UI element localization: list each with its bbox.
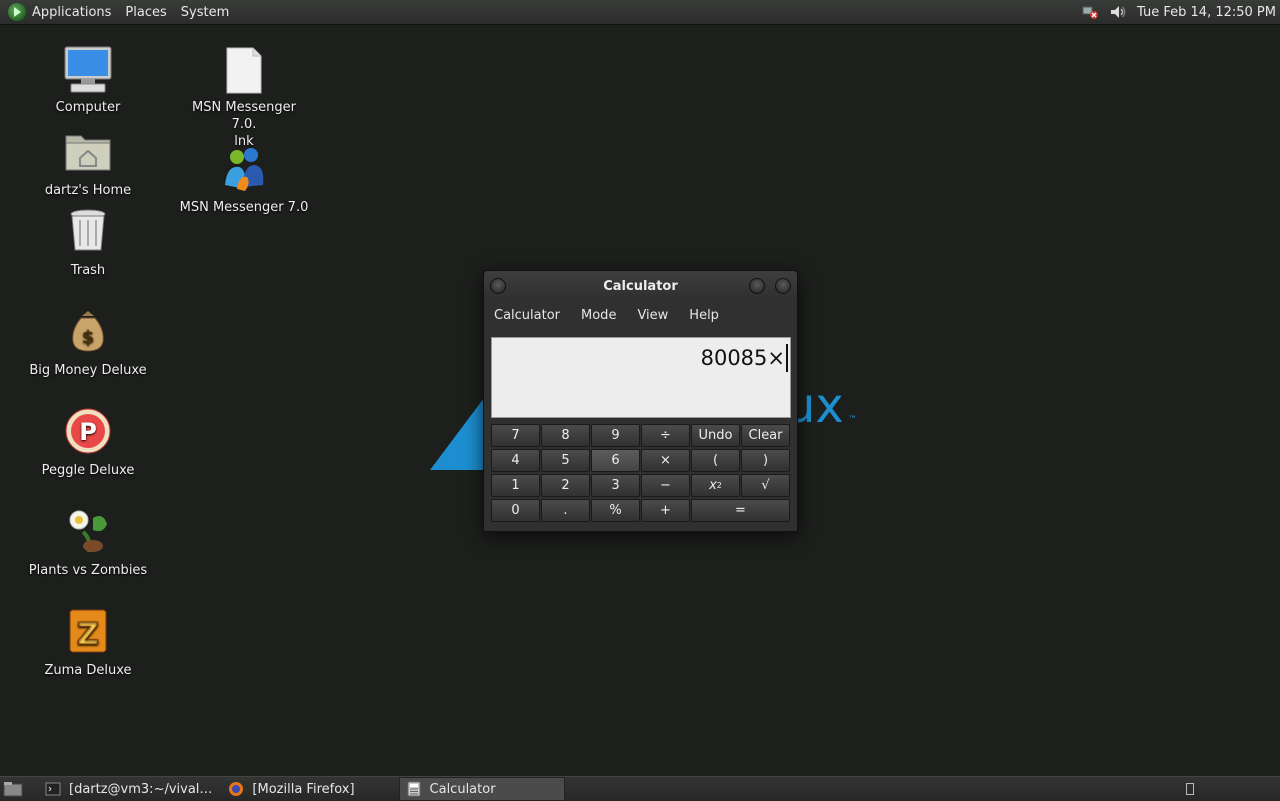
key-percent[interactable]: %	[591, 499, 640, 522]
calculator-display[interactable]: 80085×	[491, 337, 791, 418]
desktop-icon-label: MSN Messenger 7.0	[179, 200, 309, 215]
key-2[interactable]: 2	[541, 474, 590, 497]
desktop-icon-msn-lnk[interactable]: MSN Messenger 7.0. lnk	[179, 45, 309, 150]
peggle-icon: P	[63, 408, 113, 458]
msn-messenger-icon	[219, 145, 269, 195]
money-bag-icon: $	[63, 308, 113, 358]
firefox-icon	[229, 782, 244, 796]
desktop-icon-label: Big Money Deluxe	[29, 363, 147, 378]
window-menu-button[interactable]	[490, 278, 506, 294]
key-divide[interactable]: ÷	[641, 424, 690, 447]
calculator-icon	[407, 781, 421, 797]
desktop-icon-pvz[interactable]: Plants vs Zombies	[23, 508, 153, 579]
task-calculator[interactable]: Calculator	[398, 777, 565, 801]
desktop-icon-label: Zuma Deluxe	[44, 663, 132, 678]
key-1[interactable]: 1	[491, 474, 540, 497]
menu-calculator[interactable]: Calculator	[494, 308, 560, 323]
task-label: Calculator	[429, 781, 496, 797]
svg-text:P: P	[79, 418, 97, 446]
task-terminal[interactable]: [dartz@vm3:~/vival…	[39, 778, 220, 800]
key-equals[interactable]: =	[691, 499, 790, 522]
undo-button[interactable]: Undo	[691, 424, 740, 447]
task-firefox[interactable]: [Mozilla Firefox]	[222, 778, 362, 800]
home-folder-icon	[63, 128, 113, 178]
minimize-button[interactable]	[749, 278, 765, 294]
key-decimal[interactable]: .	[541, 499, 590, 522]
computer-icon	[63, 45, 113, 95]
panel-tray: Tue Feb 14, 12:50 PM	[1081, 3, 1280, 21]
key-4[interactable]: 4	[491, 449, 540, 472]
trash-icon	[63, 208, 113, 258]
desktop-icon-zuma[interactable]: Z Zuma Deluxe	[23, 608, 153, 679]
main-menu-icon[interactable]	[8, 3, 26, 21]
desktop-icon-msn[interactable]: MSN Messenger 7.0	[179, 145, 309, 216]
key-left-paren[interactable]: (	[691, 449, 740, 472]
desktop-icon-label: Trash	[70, 263, 106, 278]
task-label: [Mozilla Firefox]	[252, 781, 355, 797]
menu-view[interactable]: View	[637, 308, 668, 323]
menu-places[interactable]: Places	[125, 5, 166, 20]
display-expression: 80085×	[701, 344, 788, 372]
desktop-icon-big-money[interactable]: $ Big Money Deluxe	[23, 308, 153, 379]
menu-mode[interactable]: Mode	[581, 308, 616, 323]
square-key-label: x	[709, 478, 717, 493]
plants-vs-zombies-icon	[63, 508, 113, 558]
desktop-icon-label: Computer	[55, 100, 121, 115]
panel-clock[interactable]: Tue Feb 14, 12:50 PM	[1137, 5, 1276, 20]
window-titlebar[interactable]: Calculator	[484, 271, 797, 301]
key-0[interactable]: 0	[491, 499, 540, 522]
key-8[interactable]: 8	[541, 424, 590, 447]
show-desktop-icon[interactable]	[3, 780, 25, 798]
desktop-icon-label: Plants vs Zombies	[28, 563, 148, 578]
desktop-icon-label: MSN Messenger 7.0. lnk	[192, 100, 296, 149]
svg-text:Z: Z	[77, 617, 99, 652]
task-label: [dartz@vm3:~/vival…	[69, 781, 213, 797]
menu-system[interactable]: System	[181, 5, 229, 20]
top-panel: Applications Places System Tue Feb 14, 1…	[0, 0, 1280, 25]
wallpaper-tm: ™	[848, 415, 857, 425]
key-square[interactable]: x2	[691, 474, 740, 497]
desktop-icon-label: Peggle Deluxe	[41, 463, 135, 478]
bottom-taskbar: [dartz@vm3:~/vival… [Mozilla Firefox] Ca…	[0, 776, 1280, 801]
network-warning-icon[interactable]	[1081, 3, 1099, 21]
key-multiply[interactable]: ×	[641, 449, 690, 472]
desktop-icon-computer[interactable]: Computer	[23, 45, 153, 116]
key-square-root[interactable]: √	[741, 474, 790, 497]
svg-text:$: $	[82, 327, 95, 348]
terminal-icon	[45, 782, 61, 796]
workspace-switcher[interactable]	[1186, 783, 1194, 795]
desktop-icon-home[interactable]: dartz's Home	[23, 128, 153, 199]
desktop-icon-label: dartz's Home	[44, 183, 132, 198]
calculator-window: Calculator Calculator Mode View Help 800…	[483, 270, 798, 532]
volume-icon[interactable]	[1109, 3, 1127, 21]
close-button[interactable]	[775, 278, 791, 294]
key-3[interactable]: 3	[591, 474, 640, 497]
key-add[interactable]: +	[641, 499, 690, 522]
window-title: Calculator	[603, 278, 678, 294]
key-7[interactable]: 7	[491, 424, 540, 447]
menu-help[interactable]: Help	[689, 308, 719, 323]
desktop-icon-trash[interactable]: Trash	[23, 208, 153, 279]
desktop-icon-peggle[interactable]: P Peggle Deluxe	[23, 408, 153, 479]
key-9[interactable]: 9	[591, 424, 640, 447]
file-icon	[219, 45, 269, 95]
calculator-menubar: Calculator Mode View Help	[484, 301, 797, 329]
clear-button[interactable]: Clear	[741, 424, 790, 447]
zuma-icon: Z	[63, 608, 113, 658]
calculator-keypad: 7 8 9 ÷ Undo Clear 4 5 6 × ( ) 1 2 3 − x…	[491, 424, 791, 522]
key-right-paren[interactable]: )	[741, 449, 790, 472]
key-5[interactable]: 5	[541, 449, 590, 472]
key-6[interactable]: 6	[591, 449, 640, 472]
key-subtract[interactable]: −	[641, 474, 690, 497]
menu-applications[interactable]: Applications	[32, 5, 111, 20]
